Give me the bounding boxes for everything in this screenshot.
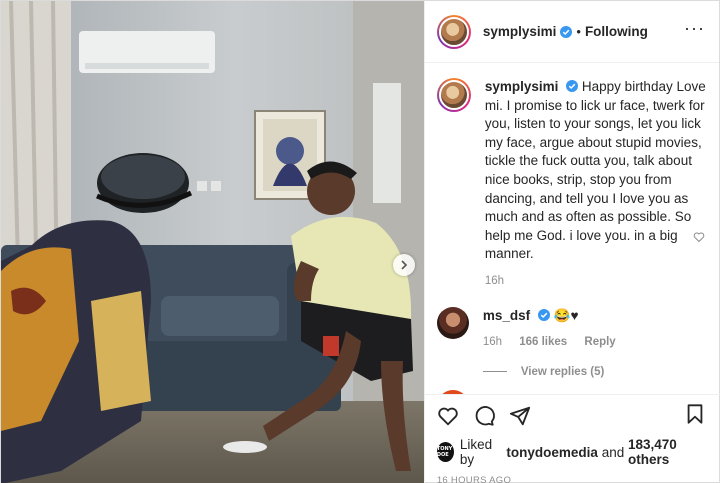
post-header: symplysimi • Following ··· [424,1,719,63]
instagram-post: symplysimi • Following ··· symplysimi Ha… [0,0,720,483]
comment-age: 16h [482,336,503,349]
comments-list[interactable]: symplysimi Happy birthday Love mi. I pro… [425,64,720,394]
verified-icon [566,80,579,92]
liker-avatar[interactable]: TONY DOE [436,442,454,462]
author-username[interactable]: symplysimi [483,24,557,39]
verified-icon [560,25,573,38]
post-actions: TONY DOE Liked by tonydoemedia and 183,4… [424,394,720,483]
save-icon[interactable] [684,403,706,425]
caption-username[interactable]: symplysimi [485,79,559,94]
caption: symplysimi Happy birthday Love mi. I pro… [436,78,706,291]
comment-username[interactable]: ms_dsf [483,308,530,323]
view-replies-button[interactable]: View replies (5) [482,365,706,378]
heart-icon[interactable] [437,405,459,427]
liked-by-prefix: Liked by [459,437,493,467]
verified-icon [537,308,550,321]
post-timestamp[interactable]: 16 HOURS AGO [437,475,708,483]
liked-by-and: and [601,444,625,460]
share-icon[interactable] [509,405,531,427]
liked-by-others[interactable]: 183,470 others [628,437,708,467]
comment-like-icon[interactable] [693,231,705,243]
more-icon[interactable]: ··· [684,19,705,37]
liked-by: TONY DOE Liked by tonydoemedia and 183,4… [436,437,708,467]
caption-age: 16h [484,274,505,287]
liked-by-user[interactable]: tonydoemedia [506,445,598,460]
separator-dot: • [576,24,581,39]
comment-item: ms_dsf 😂♥ 16h 166 likes Reply [436,306,706,352]
comment-icon[interactable] [473,405,495,427]
caption-avatar[interactable] [436,78,471,112]
post-media[interactable] [1,1,424,483]
follow-button[interactable]: Following [585,24,648,39]
comment-text: 😂♥ [553,307,579,323]
view-replies-label: View replies (5) [520,365,605,378]
post-side-panel: symplysimi • Following ··· symplysimi Ha… [423,1,720,483]
author-avatar[interactable] [436,14,471,49]
caption-text: Happy birthday Love mi. I promise to lic… [484,79,706,262]
commenter-avatar[interactable] [436,306,469,339]
next-arrow-icon [401,260,408,270]
next-media-button[interactable] [393,254,415,276]
video-frame [1,1,424,483]
reply-button[interactable]: Reply [584,336,615,348]
replies-divider [482,371,507,373]
comment-likes[interactable]: 166 likes [519,336,567,348]
